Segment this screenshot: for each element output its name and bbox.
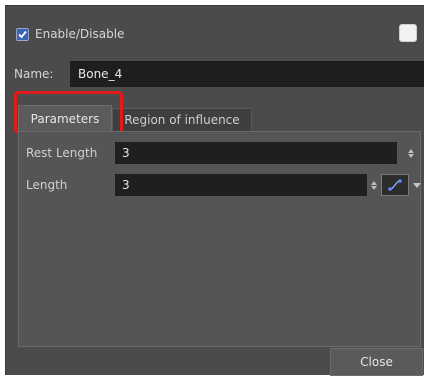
length-field[interactable]: 3: [115, 174, 367, 196]
chevron-down-icon[interactable]: [413, 183, 421, 188]
length-stepper[interactable]: [369, 174, 379, 196]
stepper-up-icon: [408, 148, 414, 153]
rest-length-stepper[interactable]: [406, 142, 416, 164]
stepper-up-icon: [371, 180, 377, 185]
stepper-down-icon: [371, 185, 377, 190]
close-button[interactable]: Close: [330, 348, 423, 376]
tab-region-of-influence[interactable]: Region of influence: [112, 108, 252, 131]
bone-layer-properties-dialog: Enable/Disable Name: Bone_4 Region of in…: [5, 5, 424, 376]
rest-length-field[interactable]: 3: [115, 142, 397, 164]
rest-length-label: Rest Length: [26, 146, 98, 160]
color-swatch-button[interactable]: [399, 24, 417, 42]
parameters-panel: Rest Length 3 Length 3: [18, 131, 421, 347]
function-curve-icon: [388, 179, 402, 191]
name-row: Name: Bone_4: [10, 61, 424, 87]
function-curve-button[interactable]: [381, 174, 409, 196]
length-row: Length 3: [26, 174, 421, 196]
enable-disable-row[interactable]: Enable/Disable: [16, 24, 124, 44]
stepper-down-icon: [408, 153, 414, 158]
tab-parameters[interactable]: Parameters: [18, 105, 112, 131]
checkmark-icon: [17, 28, 28, 40]
enable-disable-label: Enable/Disable: [35, 27, 125, 41]
enable-checkbox[interactable]: [16, 27, 29, 41]
length-label: Length: [26, 178, 68, 192]
rest-length-row: Rest Length 3: [26, 142, 421, 164]
name-label: Name:: [14, 67, 54, 81]
name-field[interactable]: Bone_4: [70, 61, 424, 87]
